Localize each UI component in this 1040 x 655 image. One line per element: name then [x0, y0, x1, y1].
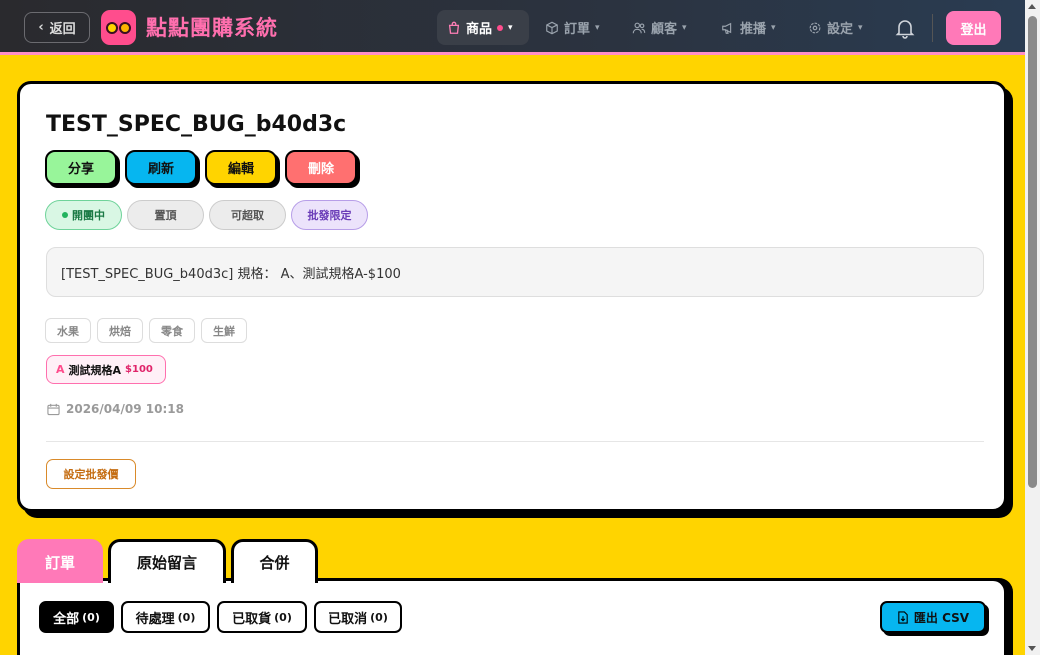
status-chip-pinned[interactable]: 置頂 [127, 200, 204, 230]
nav-item-label: 設定 [827, 22, 854, 37]
status-chip-wholesale-only[interactable]: 批發限定 [291, 200, 368, 230]
bell-icon[interactable] [894, 17, 916, 39]
filter-label: 已取貨 [232, 611, 272, 627]
category-tag: 水果 [45, 318, 91, 343]
page-scrollbar[interactable] [1025, 0, 1040, 655]
tab-orders[interactable]: 訂單 [17, 539, 103, 583]
nav-item-customers[interactable]: 顧客 ▾ [622, 10, 697, 45]
set-wholesale-price-button[interactable]: 設定批發價 [46, 459, 136, 489]
filter-picked-up[interactable]: 已取貨 (0) [217, 601, 307, 633]
status-chip-label: 置頂 [154, 209, 177, 222]
app-brand-name: 點點團購系統 [146, 16, 278, 40]
chevron-down-icon: ▾ [858, 22, 863, 33]
chevron-down-icon: ▾ [771, 22, 776, 33]
spec-name: 測試規格A [68, 363, 122, 377]
active-indicator [497, 24, 504, 31]
filter-all[interactable]: 全部 (0) [39, 601, 114, 633]
users-icon [632, 22, 646, 33]
status-chip-open[interactable]: 開團中 [45, 200, 122, 230]
refresh-button[interactable]: 刷新 [125, 150, 197, 185]
filter-cancelled[interactable]: 已取消 (0) [314, 601, 402, 633]
logout-button[interactable]: 登出 [946, 11, 1001, 45]
filter-label: 全部 [53, 611, 80, 627]
chevron-down-icon: ▾ [682, 22, 687, 33]
status-chip-label: 可超取 [231, 209, 264, 222]
chevron-down-icon: ▾ [508, 22, 513, 33]
scroll-up-arrow-icon[interactable] [1028, 4, 1036, 9]
status-dot-icon [62, 212, 68, 218]
status-chip-label: 開團中 [72, 209, 105, 222]
bag-icon [448, 21, 460, 34]
nav-item-label: 訂單 [564, 22, 591, 37]
spec-price: $100 [125, 364, 153, 375]
megaphone-icon [722, 22, 732, 34]
product-date-text: 2026/04/09 10:18 [66, 402, 184, 416]
nav-item-label: 顧客 [651, 22, 678, 37]
file-download-icon [898, 610, 908, 624]
back-label: 返回 [49, 22, 76, 37]
product-title: TEST_SPEC_BUG_b40d3c [46, 112, 347, 137]
box-icon [546, 21, 558, 34]
chevron-down-icon: ▾ [595, 22, 600, 33]
back-button[interactable]: ‹ 返回 [24, 12, 90, 43]
filter-label: 待處理 [135, 611, 175, 627]
product-card: TEST_SPEC_BUG_b40d3c 分享 刷新 編輯 刪除 開團中 置頂 … [17, 81, 1007, 512]
nav-item-products[interactable]: 商品 ▾ [437, 10, 529, 45]
export-csv-label: 匯出 CSV [913, 610, 970, 625]
app-logo [101, 10, 136, 45]
category-tag: 生鮮 [201, 318, 247, 343]
filter-pending[interactable]: 待處理 (0) [121, 601, 210, 633]
nav-item-settings[interactable]: 設定 ▾ [798, 10, 873, 45]
status-chip-store-pickup[interactable]: 可超取 [209, 200, 286, 230]
gear-icon [809, 22, 821, 33]
status-chip-label: 批發限定 [307, 209, 352, 222]
divider [46, 441, 984, 442]
top-navbar: ‹ 返回 點點團購系統 商品 ▾ 訂單 ▾ 顧客 ▾ 推播 ▾ 設定 ▾ 登出 [0, 0, 1025, 55]
scrollbar-thumb[interactable] [1028, 16, 1037, 488]
nav-item-orders[interactable]: 訂單 ▾ [535, 10, 610, 45]
category-tag: 烘焙 [97, 318, 143, 343]
filter-count: (0) [370, 610, 388, 624]
calendar-icon [47, 403, 60, 415]
product-description: [TEST_SPEC_BUG_b40d3c] 規格： A、測試規格A-$100 [46, 247, 984, 297]
filter-count: (0) [82, 610, 100, 624]
export-csv-button[interactable]: 匯出 CSV [880, 601, 986, 633]
share-button[interactable]: 分享 [45, 150, 117, 185]
category-tag: 零食 [149, 318, 195, 343]
chevron-left-icon: ‹ [38, 20, 44, 35]
tab-merge[interactable]: 合併 [231, 539, 318, 583]
filter-count: (0) [274, 610, 292, 624]
nav-item-label: 商品 [466, 22, 493, 37]
delete-button[interactable]: 刪除 [285, 150, 357, 185]
product-date: 2026/04/09 10:18 [47, 402, 184, 416]
spec-letter: A [56, 363, 65, 376]
tab-original-comments[interactable]: 原始留言 [108, 539, 226, 583]
spec-badge: A 測試規格A $100 [46, 355, 166, 384]
scroll-down-arrow-icon[interactable] [1028, 646, 1036, 651]
edit-button[interactable]: 編輯 [205, 150, 277, 185]
filter-count: (0) [177, 610, 196, 624]
nav-divider [932, 14, 933, 42]
nav-item-label: 推播 [740, 22, 767, 37]
filter-label: 已取消 [328, 611, 368, 627]
nav-item-broadcast[interactable]: 推播 ▾ [711, 10, 786, 45]
